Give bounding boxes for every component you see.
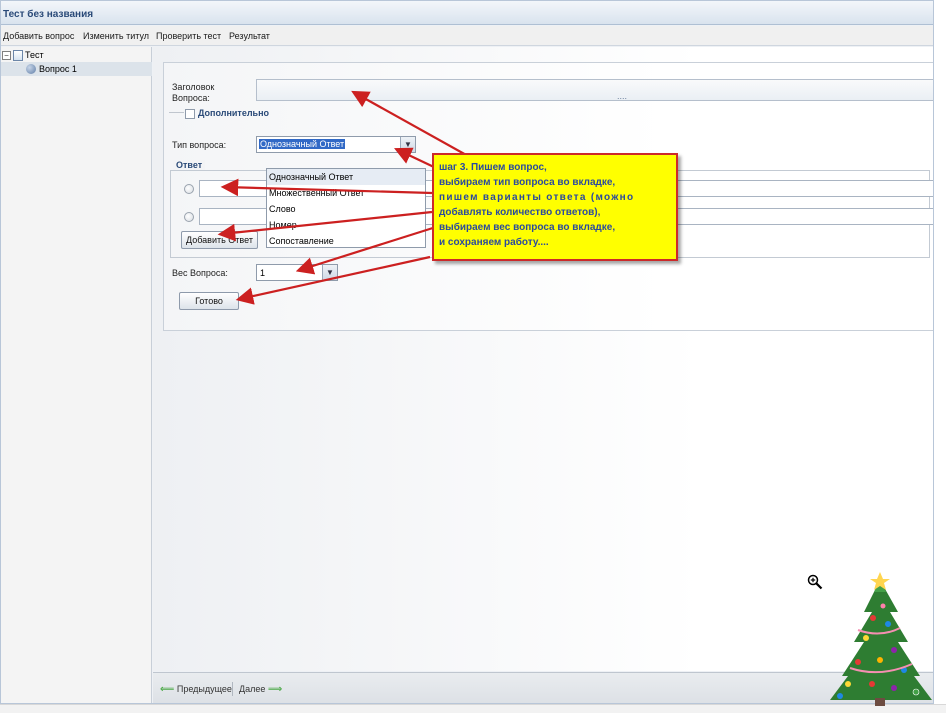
navigation-bar: ⟸ Предыдущее Далее ⟹ (153, 672, 933, 703)
callout-line-5: выбираем вес вопроса во вкладке, (439, 222, 616, 233)
document-icon (13, 49, 23, 61)
prev-label: Предыдущее (176, 684, 232, 694)
done-button[interactable]: Готово (179, 292, 239, 310)
arrow-left-icon: ⟸ (160, 684, 175, 695)
callout-line-3: пишем варианты ответа (можно (439, 192, 635, 203)
weight-select[interactable]: 1 ▼ (256, 264, 338, 281)
type-option-multiple[interactable]: Множественный Ответ (267, 185, 425, 201)
title-dots: .... (617, 91, 628, 101)
status-strip (0, 704, 946, 713)
type-option-matching[interactable]: Сопоставление (267, 233, 425, 247)
menu-add-question[interactable]: Добавить вопрос (3, 31, 74, 41)
question-title-input[interactable]: .... (256, 79, 933, 101)
type-select-value: Однозначный Ответ (259, 139, 346, 149)
instruction-callout: шаг 3. Пишем вопрос, выбираем тип вопрос… (432, 153, 678, 261)
answer-radio-1[interactable] (184, 184, 194, 194)
next-button[interactable]: Далее ⟹ (239, 684, 282, 695)
zoom-in-icon[interactable] (807, 574, 823, 590)
title-label-line2: Вопроса: (172, 93, 210, 103)
callout-line-4: добавлять количество ответов), (439, 207, 601, 218)
next-label: Далее (239, 684, 266, 694)
menu-edit-title[interactable]: Изменить титул (83, 31, 149, 41)
app-window: Тест без названия Добавить вопрос Измени… (0, 0, 934, 704)
title-label-line1: Заголовок (172, 82, 215, 92)
tree-node-question-label: Вопрос 1 (39, 64, 77, 74)
chevron-down-icon[interactable]: ▼ (400, 137, 415, 152)
tree-node-test[interactable]: − Тест (2, 48, 44, 62)
menu-bar: Добавить вопрос Изменить титул Проверить… (1, 26, 933, 46)
type-select[interactable]: Однозначный Ответ ▼ (256, 136, 416, 153)
type-option-word[interactable]: Слово (267, 201, 425, 217)
type-label: Тип вопроса: (172, 140, 227, 150)
arrow-right-icon: ⟹ (267, 684, 283, 695)
add-answer-button[interactable]: Добавить Ответ (181, 231, 258, 249)
answer-radio-2[interactable] (184, 212, 194, 222)
type-dropdown-list: Однозначный Ответ Множественный Ответ Сл… (266, 168, 426, 248)
question-icon (26, 64, 36, 74)
window-title: Тест без названия (3, 9, 94, 20)
menu-check-test[interactable]: Проверить тест (156, 31, 221, 41)
extra-label: Дополнительно (198, 108, 270, 118)
callout-line-2: выбираем тип вопроса во вкладке, (439, 177, 616, 188)
prev-button[interactable]: ⟸ Предыдущее (160, 684, 232, 695)
callout-line-6: и сохраняем работу.... (439, 237, 549, 248)
nav-separator (232, 682, 233, 696)
weight-label: Вес Вопроса: (172, 268, 228, 278)
tree-collapse-icon[interactable]: − (2, 50, 11, 60)
weight-select-value: 1 (260, 268, 266, 278)
extra-checkbox[interactable] (185, 109, 195, 119)
tree-node-test-label: Тест (25, 50, 44, 60)
title-bar: Тест без названия (1, 1, 933, 25)
menu-results[interactable]: Результат (229, 31, 270, 41)
extra-divider (169, 112, 184, 113)
answer-legend: Ответ (173, 160, 206, 170)
type-option-single[interactable]: Однозначный Ответ (267, 169, 425, 185)
christmas-tree-icon (830, 572, 932, 706)
tree-node-question-1[interactable]: Вопрос 1 (1, 62, 152, 76)
type-option-number[interactable]: Номер (267, 217, 425, 233)
tree-panel: − Тест Вопрос 1 (1, 47, 152, 703)
chevron-down-icon[interactable]: ▼ (322, 265, 337, 280)
callout-line-1: шаг 3. Пишем вопрос, (439, 162, 547, 173)
